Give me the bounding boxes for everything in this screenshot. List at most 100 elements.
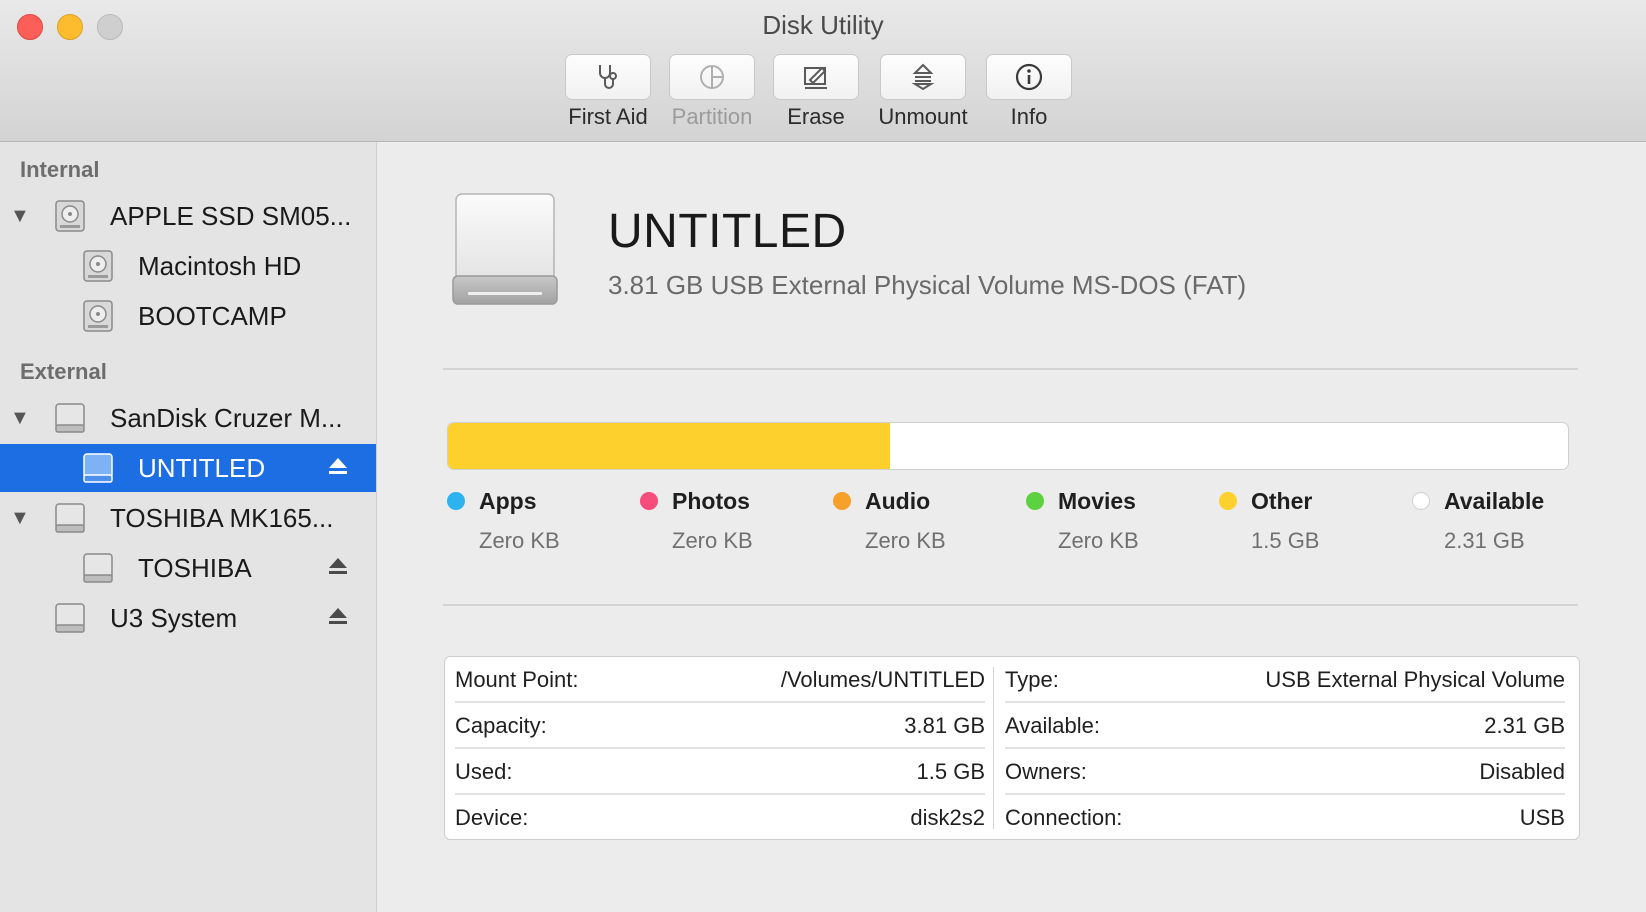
volume-drive-icon: [452, 193, 558, 305]
internal-disk-icon: [55, 200, 85, 232]
detail-value: Disabled: [1479, 759, 1565, 784]
sidebar-item-sandisk[interactable]: ▼ SanDisk Cruzer M...: [0, 394, 376, 442]
disclosure-triangle-icon[interactable]: ▼: [10, 407, 30, 430]
external-disk-icon: [55, 403, 85, 433]
detail-row-mount-point: Mount Point: /Volumes/UNTITLED: [455, 657, 985, 703]
eject-icon[interactable]: [328, 456, 348, 478]
erase-pencil-icon: [804, 66, 827, 89]
detail-row-capacity: Capacity: 3.81 GB: [455, 703, 985, 749]
volume-name: UNTITLED: [608, 205, 847, 258]
detail-value: 1.5 GB: [916, 759, 985, 784]
stethoscope-icon: [599, 65, 617, 89]
sidebar-item-label: U3 System: [110, 602, 238, 633]
detail-row-type: Type: USB External Physical Volume: [1005, 657, 1565, 703]
erase-button[interactable]: Erase: [773, 54, 859, 130]
unmount-button[interactable]: Unmount: [878, 54, 968, 130]
volume-description: 3.81 GB USB External Physical Volume MS-…: [608, 270, 1247, 300]
legend-dot: [1026, 492, 1044, 510]
disclosure-triangle-icon[interactable]: ▼: [10, 205, 30, 228]
external-volume-icon: [83, 453, 113, 483]
disk-utility-window: Disk Utility First Aid Partition Erase U…: [0, 0, 1646, 912]
detail-value: 3.81 GB: [904, 713, 985, 738]
detail-row-available: Available: 2.31 GB: [1005, 703, 1565, 749]
eject-icon[interactable]: [328, 556, 348, 578]
legend-dot: [833, 492, 851, 510]
legend-name: Photos: [672, 488, 750, 514]
detail-row-owners: Owners: Disabled: [1005, 749, 1565, 795]
sidebar-item-u3-system[interactable]: U3 System: [0, 594, 376, 642]
external-volume-icon: [83, 553, 113, 583]
info-button[interactable]: Info: [986, 54, 1072, 130]
detail-key: Owners:: [1005, 759, 1087, 784]
detail-value: disk2s2: [910, 805, 985, 830]
legend-name: Movies: [1058, 488, 1136, 514]
sidebar-item-macintosh-hd[interactable]: Macintosh HD: [0, 242, 376, 290]
sidebar-item-label: TOSHIBA MK165...: [110, 502, 334, 533]
sidebar-item-label: SanDisk Cruzer M...: [110, 402, 343, 433]
sidebar-item-untitled[interactable]: UNTITLED: [0, 444, 376, 492]
sidebar: Internal ▼ APPLE SSD SM05... Macintosh H…: [0, 142, 377, 912]
details-left-column: Mount Point: /Volumes/UNTITLED Capacity:…: [455, 657, 985, 839]
sidebar-item-toshiba-mk165[interactable]: ▼ TOSHIBA MK165...: [0, 494, 376, 542]
sidebar-item-toshiba[interactable]: TOSHIBA: [0, 544, 376, 592]
detail-value: USB: [1519, 805, 1565, 830]
usage-bar-other-fill: [448, 423, 891, 469]
detail-key: Type:: [1005, 667, 1059, 692]
detail-row-used: Used: 1.5 GB: [455, 749, 985, 795]
legend-dot: [1412, 492, 1430, 510]
legend-dot: [1219, 492, 1237, 510]
titlebar: Disk Utility First Aid Partition Erase U…: [0, 0, 1646, 142]
legend-value: 2.31 GB: [1444, 528, 1525, 553]
detail-key: Capacity:: [455, 713, 547, 738]
detail-key: Mount Point:: [455, 667, 579, 692]
legend-value: Zero KB: [479, 528, 560, 553]
detail-row-device: Device: disk2s2: [455, 795, 985, 841]
sidebar-item-label: Macintosh HD: [138, 250, 302, 281]
divider: [443, 368, 1578, 370]
sidebar-item-apple-ssd[interactable]: ▼ APPLE SSD SM05...: [0, 192, 376, 240]
legend-dot: [640, 492, 658, 510]
eject-icon[interactable]: [328, 606, 348, 628]
legend-value: Zero KB: [1058, 528, 1139, 553]
detail-key: Used:: [455, 759, 513, 784]
detail-row-connection: Connection: USB: [1005, 795, 1565, 841]
external-disk-icon: [55, 603, 85, 633]
detail-value: USB External Physical Volume: [1265, 667, 1565, 692]
legend-name: Available: [1444, 488, 1545, 514]
external-disk-icon: [55, 503, 85, 533]
sidebar-item-label: BOOTCAMP: [138, 300, 287, 331]
legend-name: Audio: [865, 488, 931, 514]
detail-key: Connection:: [1005, 805, 1123, 830]
legend-name: Apps: [479, 488, 537, 514]
legend-value: Zero KB: [865, 528, 946, 553]
usage-bar: [447, 422, 1569, 470]
details-right-column: Type: USB External Physical Volume Avail…: [1005, 657, 1565, 839]
divider: [443, 604, 1578, 606]
internal-disk-icon: [83, 300, 113, 332]
details-table: Mount Point: /Volumes/UNTITLED Capacity:…: [444, 656, 1580, 840]
partition-pie-icon: [700, 65, 724, 89]
legend-value: 1.5 GB: [1251, 528, 1320, 553]
section-internal: Internal: [20, 157, 100, 182]
info-icon: [1015, 63, 1043, 91]
section-external: External: [20, 359, 107, 384]
first-aid-button[interactable]: First Aid: [565, 54, 651, 130]
window-title: Disk Utility: [762, 10, 884, 40]
sidebar-item-label: UNTITLED: [138, 452, 266, 483]
legend-name: Other: [1251, 488, 1313, 514]
sidebar-item-label: APPLE SSD SM05...: [110, 200, 352, 231]
unmount-icon: [911, 63, 935, 91]
detail-key: Device:: [455, 805, 529, 830]
sidebar-item-label: TOSHIBA: [138, 552, 252, 583]
main-content: UNTITLED 3.81 GB USB External Physical V…: [378, 142, 1646, 912]
internal-disk-icon: [83, 250, 113, 282]
column-separator: [993, 667, 994, 829]
legend-dot: [447, 492, 465, 510]
partition-button[interactable]: Partition: [669, 54, 755, 130]
sidebar-item-bootcamp[interactable]: BOOTCAMP: [0, 292, 376, 340]
detail-value: /Volumes/UNTITLED: [780, 667, 985, 692]
disclosure-triangle-icon[interactable]: ▼: [10, 507, 30, 530]
detail-key: Available:: [1005, 713, 1100, 738]
detail-value: 2.31 GB: [1484, 713, 1565, 738]
info-label: Info: [1010, 104, 1048, 129]
